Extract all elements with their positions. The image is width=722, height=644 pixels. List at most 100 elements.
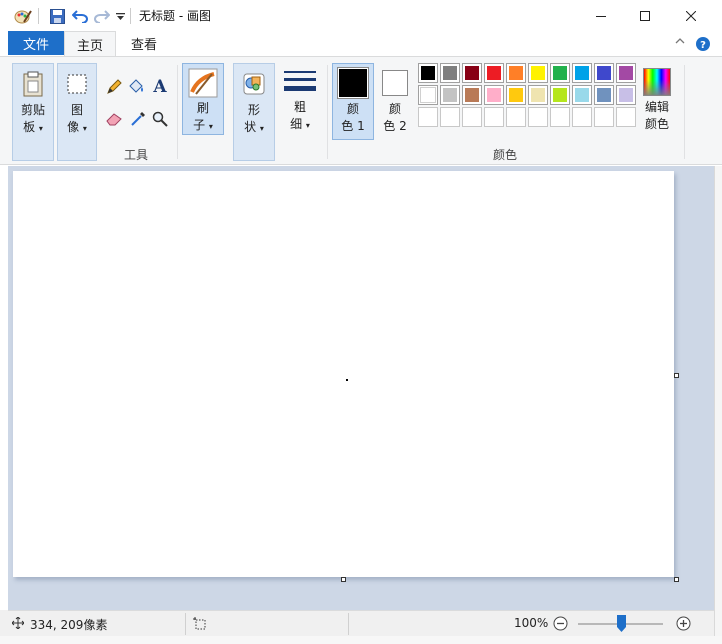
palette-swatch[interactable] — [418, 107, 438, 127]
palette-swatch-color — [575, 88, 589, 102]
color2-label-2: 色 2 — [383, 119, 407, 133]
save-icon[interactable] — [46, 6, 68, 26]
magnifier-icon[interactable] — [150, 109, 170, 129]
zoom-out-icon[interactable] — [553, 616, 568, 634]
palette-swatch[interactable] — [550, 63, 570, 83]
help-icon[interactable]: ? — [696, 37, 710, 54]
palette-swatch[interactable] — [550, 107, 570, 127]
close-icon — [686, 10, 696, 21]
zoom-in-icon[interactable] — [676, 616, 691, 634]
window-title: 无标题 - 画图 — [139, 9, 211, 23]
shapes-label: 形 — [247, 103, 260, 117]
minimize-button[interactable] — [578, 0, 624, 31]
customize-dropdown-icon[interactable] — [114, 6, 126, 26]
color1-button[interactable]: 颜 色 1 — [332, 63, 374, 140]
shapes-button[interactable]: 形 状 ▾ — [233, 63, 275, 161]
title-bar: 无标题 - 画图 — [0, 0, 722, 31]
ribbon-separator — [327, 65, 328, 159]
palette-swatch[interactable] — [484, 107, 504, 127]
tab-view[interactable]: 查看 — [120, 31, 168, 56]
color2-swatch — [382, 70, 408, 96]
palette-swatch[interactable] — [418, 85, 438, 105]
resize-handle-bottom[interactable] — [341, 577, 346, 582]
palette-swatch-color — [619, 88, 633, 102]
palette-swatch[interactable] — [440, 85, 460, 105]
palette-swatch[interactable] — [594, 63, 614, 83]
palette-swatch[interactable] — [506, 63, 526, 83]
palette-swatch[interactable] — [594, 107, 614, 127]
palette-swatch[interactable] — [506, 107, 526, 127]
shapes-label-2: 状 ▾ — [244, 120, 264, 134]
image-label: 图 — [70, 103, 83, 117]
palette-swatch-color — [443, 88, 457, 102]
ribbon-separator — [684, 65, 685, 159]
cursor-position: 334, 209像素 — [30, 618, 108, 632]
palette-swatch[interactable] — [440, 63, 460, 83]
palette-swatch[interactable] — [550, 85, 570, 105]
palette-swatch[interactable] — [440, 107, 460, 127]
redo-icon[interactable] — [92, 6, 112, 26]
palette-swatch-color — [465, 66, 479, 80]
brushes-label-2: 子 ▾ — [193, 118, 213, 132]
resize-handle-right[interactable] — [674, 373, 679, 378]
palette-swatch[interactable] — [528, 85, 548, 105]
text-icon[interactable]: A — [150, 76, 170, 96]
background-window-edge — [0, 610, 8, 636]
cursor-position-icon — [11, 616, 25, 632]
palette-swatch[interactable] — [462, 85, 482, 105]
ribbon-separator — [177, 65, 178, 159]
edit-colors-button[interactable]: 编辑 颜色 — [637, 63, 677, 140]
palette-swatch[interactable] — [506, 85, 526, 105]
collapse-ribbon-icon[interactable] — [674, 35, 686, 50]
paint-app-icon[interactable] — [12, 6, 34, 26]
svg-text:A: A — [152, 77, 167, 95]
clipboard-button[interactable]: 剪贴 板 ▾ — [12, 63, 54, 161]
palette-swatch[interactable] — [616, 85, 636, 105]
palette-swatch-color — [531, 66, 545, 80]
palette-swatch-color — [487, 88, 501, 102]
maximize-button[interactable] — [622, 0, 668, 31]
background-window-edge — [714, 166, 722, 636]
size-button[interactable]: 粗 细 ▾ — [280, 63, 320, 135]
palette-swatch-color — [443, 66, 457, 80]
palette-swatch-color — [575, 66, 589, 80]
status-bar: 334, 209像素 100% — [8, 610, 714, 636]
zoom-slider-thumb[interactable] — [616, 615, 626, 632]
palette-swatch[interactable] — [616, 107, 636, 127]
close-button[interactable] — [668, 0, 714, 31]
size-label-2: 细 ▾ — [290, 117, 310, 131]
palette-swatch[interactable] — [528, 63, 548, 83]
pencil-icon[interactable] — [104, 77, 124, 97]
image-button[interactable]: 图 像 ▾ — [57, 63, 97, 161]
resize-handle-corner[interactable] — [674, 577, 679, 582]
palette-swatch[interactable] — [484, 63, 504, 83]
palette-swatch[interactable] — [572, 63, 592, 83]
image-label-2: 像 ▾ — [67, 120, 87, 134]
palette-swatch[interactable] — [462, 107, 482, 127]
tab-file[interactable]: 文件 — [8, 31, 64, 55]
color2-button[interactable]: 颜 色 2 — [376, 63, 414, 140]
tab-home[interactable]: 主页 — [64, 31, 116, 56]
brushes-button[interactable]: 刷 子 ▾ — [182, 63, 224, 135]
drawing-canvas[interactable] — [13, 171, 674, 577]
edit-colors-icon — [643, 68, 671, 96]
palette-swatch[interactable] — [594, 85, 614, 105]
palette-swatch[interactable] — [418, 63, 438, 83]
edit-colors-label-2: 颜色 — [644, 117, 669, 131]
svg-text:?: ? — [700, 40, 706, 51]
palette-swatch-color — [553, 66, 567, 80]
palette-swatch[interactable] — [616, 63, 636, 83]
palette-swatch[interactable] — [528, 107, 548, 127]
palette-swatch[interactable] — [572, 85, 592, 105]
undo-icon[interactable] — [70, 6, 90, 26]
minimize-icon — [596, 15, 606, 17]
palette-swatch-color — [420, 87, 436, 103]
color-picker-icon[interactable] — [128, 109, 148, 129]
fill-icon[interactable] — [126, 77, 146, 97]
palette-swatch[interactable] — [462, 63, 482, 83]
eraser-icon[interactable] — [104, 109, 124, 129]
palette-swatch[interactable] — [484, 85, 504, 105]
palette-swatch-color — [487, 66, 501, 80]
color1-fill — [339, 69, 367, 97]
palette-swatch[interactable] — [572, 107, 592, 127]
